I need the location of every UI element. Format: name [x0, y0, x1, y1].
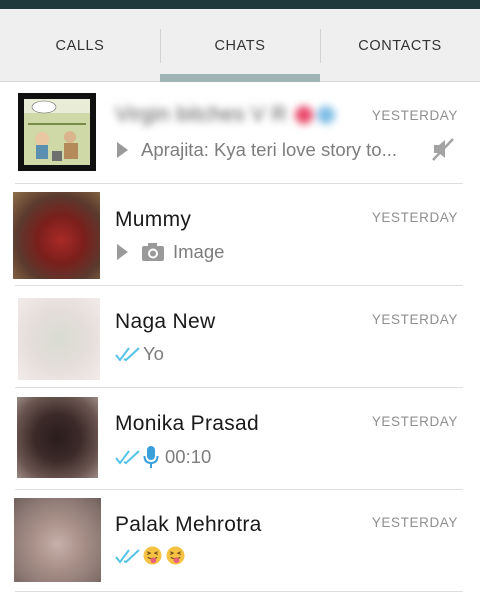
avatar — [18, 298, 100, 380]
chat-name: Virgin bitches V R — [115, 103, 339, 127]
chat-row-naga-new[interactable]: Naga New YESTERDAY Yo — [0, 286, 480, 388]
play-icon — [117, 142, 128, 158]
microphone-icon — [143, 446, 159, 468]
avatar — [14, 498, 101, 582]
chat-preview: Yo — [115, 343, 164, 365]
double-tick-icon — [115, 450, 140, 465]
tongue-out-emoji-icon — [166, 546, 185, 565]
chat-timestamp: YESTERDAY — [371, 108, 458, 123]
tab-calls[interactable]: CALLS — [0, 9, 160, 82]
tab-contacts[interactable]: CONTACTS — [320, 9, 480, 82]
chat-preview — [115, 546, 189, 565]
chat-name: Mummy — [115, 208, 192, 231]
chat-timestamp: YESTERDAY — [371, 210, 458, 225]
tab-bar: CALLS CHATS CONTACTS — [0, 9, 480, 82]
double-tick-icon — [115, 347, 140, 362]
avatar — [18, 93, 96, 171]
status-bar-strip — [0, 0, 480, 9]
chat-timestamp: YESTERDAY — [371, 515, 458, 530]
tab-chats[interactable]: CHATS — [160, 9, 320, 82]
chat-timestamp: YESTERDAY — [371, 312, 458, 327]
chat-row-mummy[interactable]: Mummy YESTERDAY Image — [0, 184, 480, 286]
chat-timestamp: YESTERDAY — [371, 414, 458, 429]
chat-name: Palak Mehrotra — [115, 513, 262, 536]
comic-thumbnail-icon — [18, 93, 96, 171]
chat-preview: Aprajita: Kya teri love story to... — [115, 139, 397, 161]
chat-name: Monika Prasad — [115, 412, 259, 435]
avatar — [13, 192, 100, 279]
double-tick-icon — [115, 548, 140, 564]
chat-row-palak-mehrotra[interactable]: Palak Mehrotra YESTERDAY — [0, 490, 480, 592]
play-icon — [117, 244, 128, 260]
chat-row-virgin-bitches[interactable]: Virgin bitches V R YESTERDAY Aprajita: K… — [0, 82, 480, 184]
tongue-out-emoji-icon — [143, 546, 162, 565]
camera-icon — [142, 243, 164, 261]
mute-icon — [432, 138, 454, 161]
chat-preview: 00:10 — [115, 445, 211, 469]
emoji-icon — [295, 106, 336, 125]
avatar — [17, 397, 98, 478]
chat-name: Naga New — [115, 310, 216, 333]
chat-preview: Image — [115, 241, 224, 263]
active-tab-indicator — [160, 74, 320, 82]
chat-row-monika-prasad[interactable]: Monika Prasad YESTERDAY 00:10 — [0, 388, 480, 490]
row-divider — [15, 591, 463, 592]
